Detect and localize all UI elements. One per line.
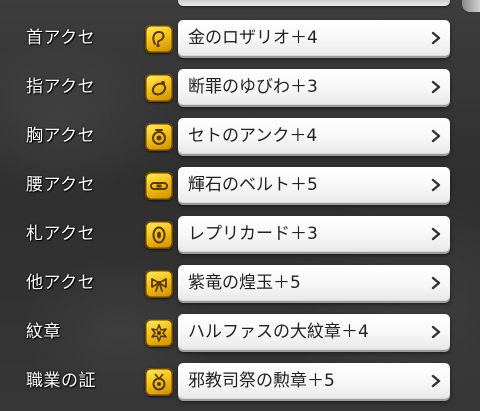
item-name: 邪教司祭の勲章＋5 [188, 371, 335, 391]
item-name: セトのアンク＋4 [188, 126, 318, 146]
item-button-chest[interactable]: セトのアンク＋4 [178, 118, 450, 154]
item-name: レプリカード＋3 [188, 224, 318, 244]
slot-label: 胸アクセ [26, 126, 96, 146]
necklace-icon [145, 25, 173, 53]
equipment-row-neck: 首アクセ 金のロザリオ＋4 [0, 18, 480, 58]
item-name: ハルファスの大紋章＋4 [188, 322, 369, 342]
equipment-row-other: 他アクセ 紫竜の煌玉＋5 [0, 263, 480, 303]
equipment-row-job-proof: 職業の証 邪教司祭の勲章＋5 [0, 361, 480, 401]
emblem-icon [145, 319, 173, 347]
card-icon [145, 221, 173, 249]
chevron-right-icon [428, 177, 444, 193]
previous-item-button-edge[interactable] [178, 0, 450, 6]
chevron-right-icon [428, 79, 444, 95]
slot-label: 腰アクセ [26, 175, 96, 195]
item-name: 断罪のゆびわ＋3 [188, 77, 318, 97]
ring-icon [145, 74, 173, 102]
chevron-right-icon [428, 275, 444, 291]
slot-label: 首アクセ [26, 28, 96, 48]
slot-label: 他アクセ [26, 273, 96, 293]
equipment-row-card: 札アクセ レプリカード＋3 [0, 214, 480, 254]
ribbon-icon [145, 270, 173, 298]
chevron-right-icon [428, 373, 444, 389]
slot-label: 札アクセ [26, 224, 96, 244]
equipment-row-emblem: 紋章 ハルファスの大紋章＋4 [0, 312, 480, 352]
chevron-right-icon [428, 128, 444, 144]
item-button-waist[interactable]: 輝石のベルト＋5 [178, 167, 450, 203]
chevron-right-icon [428, 30, 444, 46]
medal-icon [145, 368, 173, 396]
item-name: 紫竜の煌玉＋5 [188, 273, 301, 293]
slot-label: 職業の証 [26, 371, 96, 391]
item-button-job-proof[interactable]: 邪教司祭の勲章＋5 [178, 363, 450, 399]
equipment-row-waist: 腰アクセ 輝石のベルト＋5 [0, 165, 480, 205]
chevron-right-icon [428, 324, 444, 340]
item-button-emblem[interactable]: ハルファスの大紋章＋4 [178, 314, 450, 350]
item-button-finger[interactable]: 断罪のゆびわ＋3 [178, 69, 450, 105]
slot-label: 指アクセ [26, 77, 96, 97]
item-name: 輝石のベルト＋5 [188, 175, 318, 195]
equipment-row-finger: 指アクセ 断罪のゆびわ＋3 [0, 67, 480, 107]
equipment-row-chest: 胸アクセ セトのアンク＋4 [0, 116, 480, 156]
brooch-icon [145, 123, 173, 151]
item-button-neck[interactable]: 金のロザリオ＋4 [178, 20, 450, 56]
item-button-card[interactable]: レプリカード＋3 [178, 216, 450, 252]
scrollbar-edge[interactable] [462, 0, 480, 12]
item-button-other[interactable]: 紫竜の煌玉＋5 [178, 265, 450, 301]
item-name: 金のロザリオ＋4 [188, 28, 318, 48]
chevron-right-icon [428, 226, 444, 242]
belt-icon [145, 172, 173, 200]
slot-label: 紋章 [26, 322, 61, 342]
